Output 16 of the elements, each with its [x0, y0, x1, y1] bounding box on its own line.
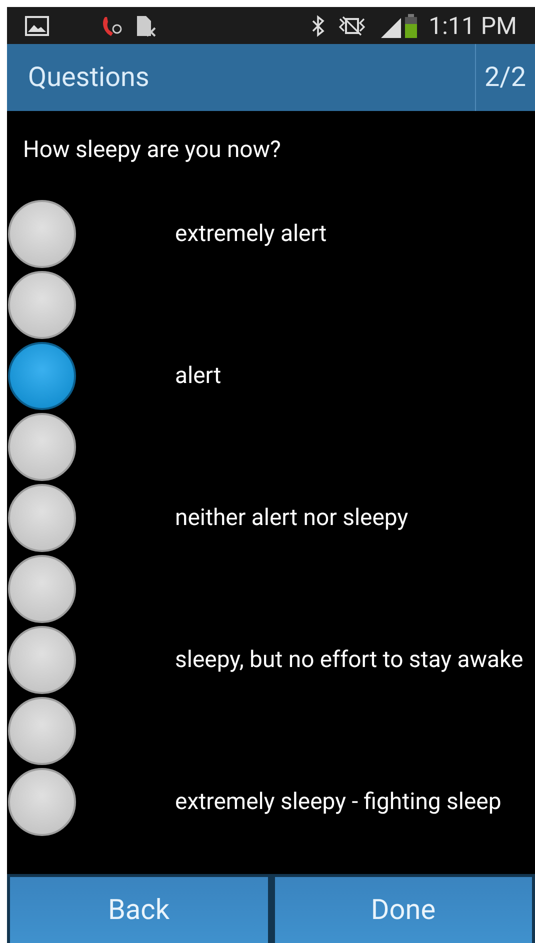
battery-icon [404, 14, 417, 38]
image-icon [25, 16, 49, 36]
question-text: How sleepy are you now? [22, 135, 282, 165]
vibrate-off-icon [336, 16, 367, 36]
status-time: 1:11 PM [428, 14, 517, 38]
done-button[interactable]: Done [274, 877, 532, 943]
signal-icon [378, 16, 403, 38]
option-label: alert [175, 360, 222, 390]
option-label: extremely alert [175, 218, 328, 248]
sim-card-icon [135, 14, 157, 38]
back-button[interactable]: Back [10, 877, 268, 943]
header-title: Questions [27, 60, 150, 96]
option-label: neither alert nor sleepy [175, 502, 410, 532]
bluetooth-icon [310, 14, 325, 36]
option-label: sleepy, but no effort to stay awake [175, 644, 524, 674]
option-label: extremely sleepy - fighting sleep [175, 786, 502, 816]
